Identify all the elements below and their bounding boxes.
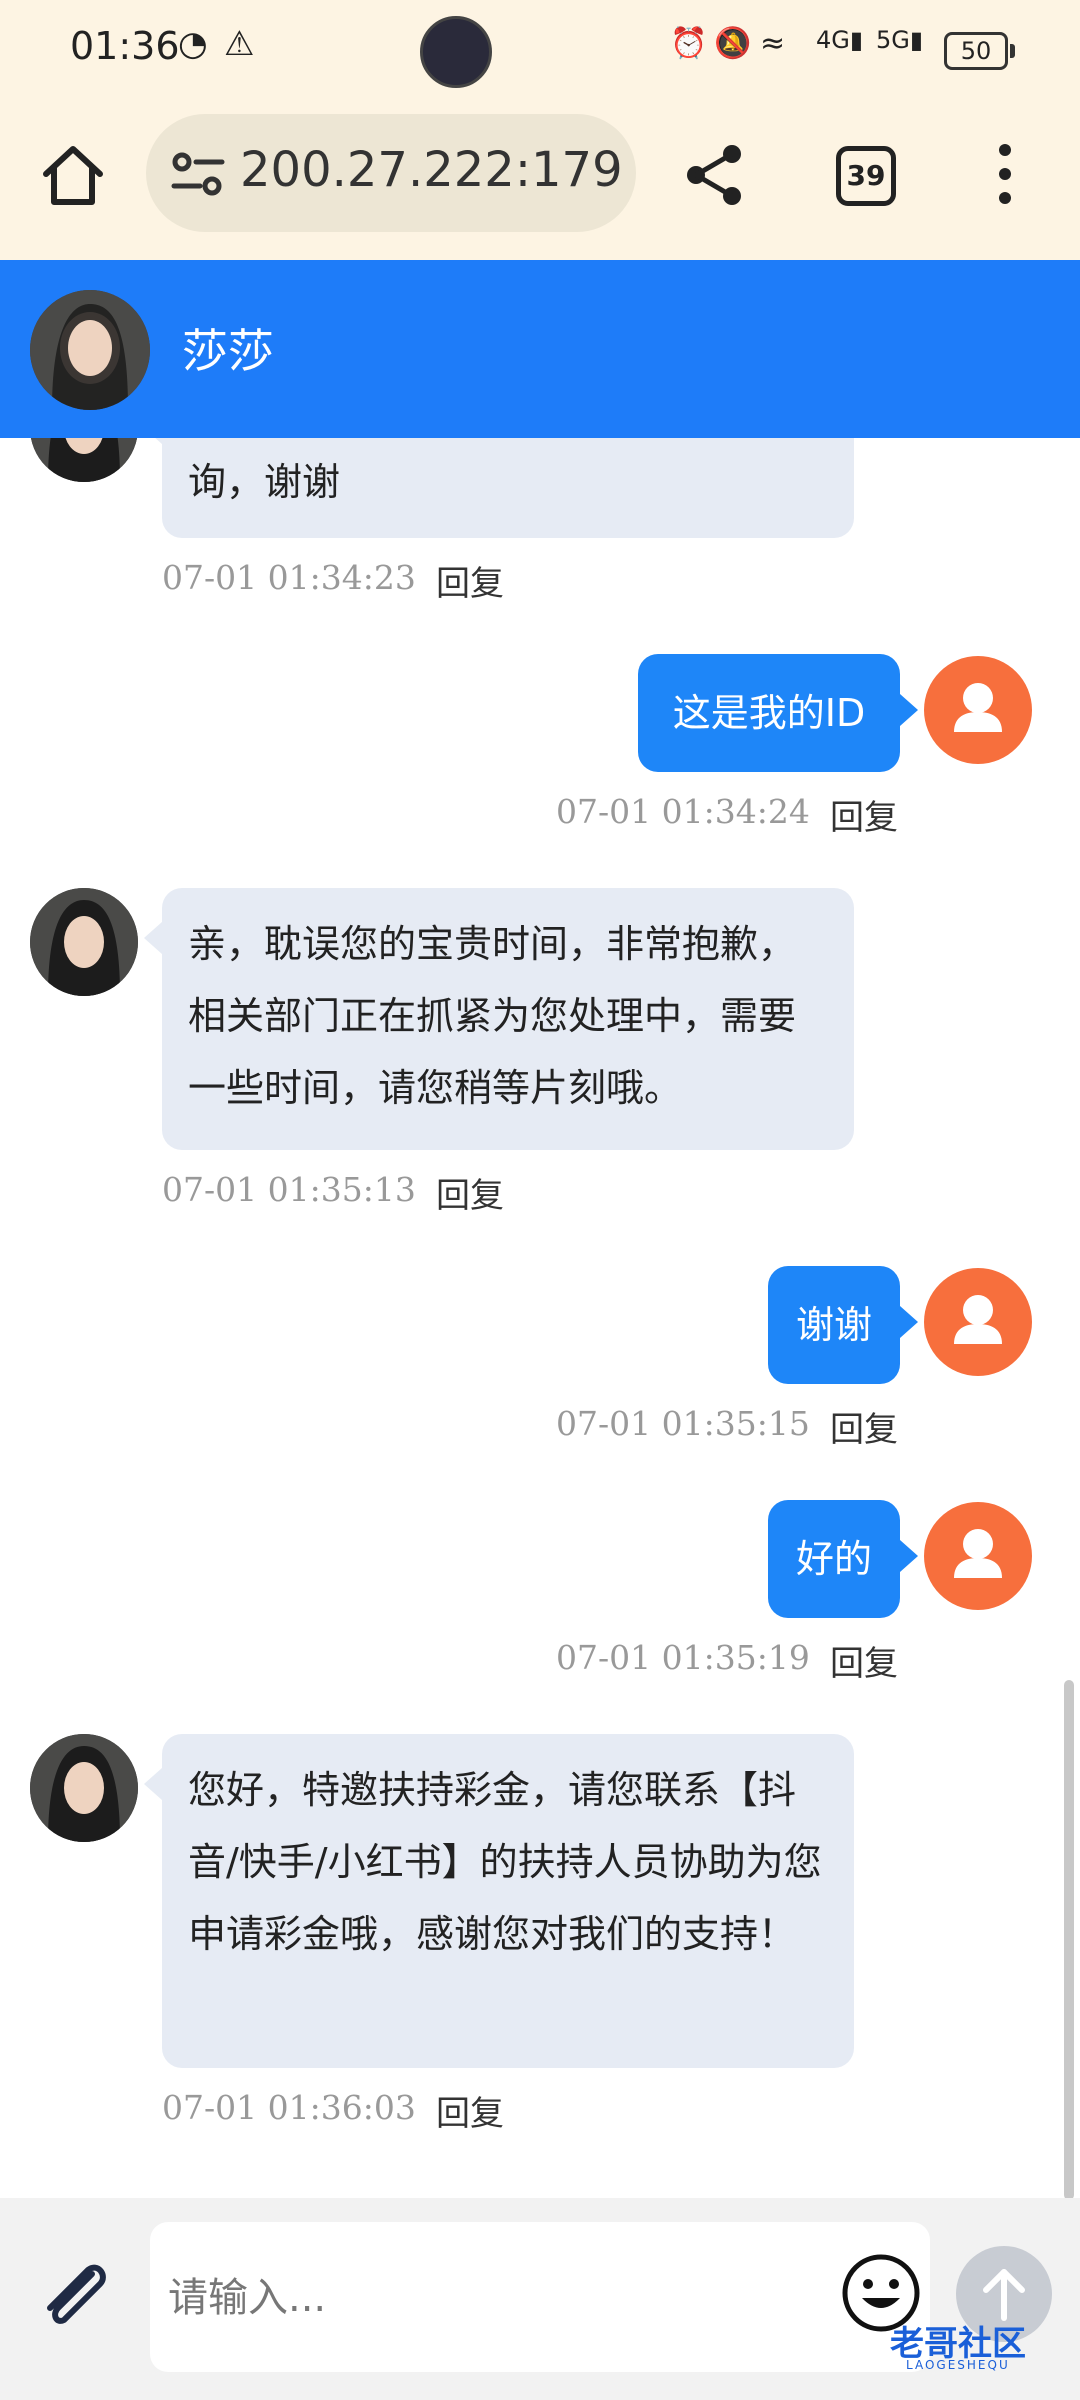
address-bar[interactable]: 200.27.222:1798	[146, 114, 636, 232]
battery-icon: 50	[944, 32, 1015, 70]
agent-avatar	[30, 1734, 138, 1842]
message-timestamp: 07-01 01:34:24	[556, 792, 810, 831]
reply-link[interactable]: 回复	[436, 556, 504, 605]
message-bubble-incoming: 询，谢谢	[144, 438, 854, 538]
tab-count-button[interactable]: 39	[836, 146, 896, 206]
more-menu-icon[interactable]	[990, 144, 1020, 214]
share-icon[interactable]	[680, 140, 750, 210]
contact-avatar[interactable]	[30, 290, 150, 410]
reply-link[interactable]: 回复	[830, 1402, 898, 1451]
wifi-icon: ≈	[760, 26, 786, 61]
message-text: 好的	[795, 1537, 872, 1581]
watermark-logo: 老哥社区 LAOGESHEQU	[840, 2316, 1070, 2376]
media-thumbnail-icon	[420, 16, 492, 88]
message-text: 您好，特邀扶持彩金，请您联系【抖音/快手/小红书】的扶持人员协助为您申请彩金哦，…	[188, 1768, 822, 1956]
browser-toolbar: 200.27.222:1798 39	[0, 100, 1080, 260]
message-text: 这是我的ID	[672, 691, 866, 735]
message-timestamp: 07-01 01:34:23	[162, 558, 416, 597]
speed-icon: ◔	[178, 24, 208, 64]
message-bubble-outgoing: 这是我的ID	[638, 654, 918, 772]
user-avatar-icon	[924, 1502, 1032, 1610]
site-settings-icon[interactable]	[170, 150, 226, 198]
user-avatar-icon	[924, 656, 1032, 764]
message-input-container[interactable]	[150, 2222, 930, 2372]
mute-icon: 🔕	[714, 26, 752, 61]
watermark-subtext: LAOGESHEQU	[906, 2358, 1010, 2372]
message-input-bar: 老哥社区 LAOGESHEQU	[0, 2198, 1080, 2400]
message-list[interactable]: 询，谢谢 07-01 01:34:23 回复 这是我的ID 07-01 01:3…	[0, 438, 1080, 2198]
reply-link[interactable]: 回复	[436, 1168, 504, 1217]
reply-link[interactable]: 回复	[830, 1636, 898, 1685]
message-timestamp: 07-01 01:35:13	[162, 1170, 416, 1209]
chat-header: 莎莎	[0, 260, 1080, 438]
scrollbar[interactable]	[1064, 1680, 1074, 2200]
agent-avatar	[30, 438, 138, 482]
message-timestamp: 07-01 01:35:15	[556, 1404, 810, 1443]
message-text: 询，谢谢	[188, 460, 341, 504]
message-text: 亲，耽误您的宝贵时间，非常抱歉，相关部门正在抓紧为您处理中，需要一些时间，请您稍…	[188, 922, 797, 1110]
message-bubble-incoming: 您好，特邀扶持彩金，请您联系【抖音/快手/小红书】的扶持人员协助为您申请彩金哦，…	[144, 1734, 854, 2068]
reply-link[interactable]: 回复	[436, 2086, 504, 2135]
url-text[interactable]: 200.27.222:1798	[240, 142, 620, 198]
message-timestamp: 07-01 01:36:03	[162, 2088, 416, 2127]
agent-avatar	[30, 888, 138, 996]
status-bar: 01:36 ◔ ⚠ ⏰ 🔕 ≈ 4G▮ 5G▮ 50	[0, 0, 1080, 100]
status-time: 01:36	[70, 24, 180, 68]
warning-icon: ⚠	[224, 24, 255, 64]
message-text: 谢谢	[795, 1303, 872, 1347]
user-avatar-icon	[924, 1268, 1032, 1376]
reply-link[interactable]: 回复	[830, 790, 898, 839]
paperclip-icon[interactable]	[34, 2254, 118, 2338]
message-bubble-incoming: 亲，耽误您的宝贵时间，非常抱歉，相关部门正在抓紧为您处理中，需要一些时间，请您稍…	[144, 888, 854, 1150]
message-input[interactable]	[166, 2262, 830, 2334]
signal-4g-icon: 4G▮	[816, 26, 864, 54]
contact-name: 莎莎	[182, 324, 274, 378]
message-bubble-outgoing: 谢谢	[768, 1266, 918, 1384]
message-timestamp: 07-01 01:35:19	[556, 1638, 810, 1677]
signal-5g-icon: 5G▮	[876, 26, 924, 54]
message-bubble-outgoing: 好的	[768, 1500, 918, 1618]
home-icon[interactable]	[38, 140, 108, 210]
alarm-icon: ⏰	[670, 26, 708, 61]
